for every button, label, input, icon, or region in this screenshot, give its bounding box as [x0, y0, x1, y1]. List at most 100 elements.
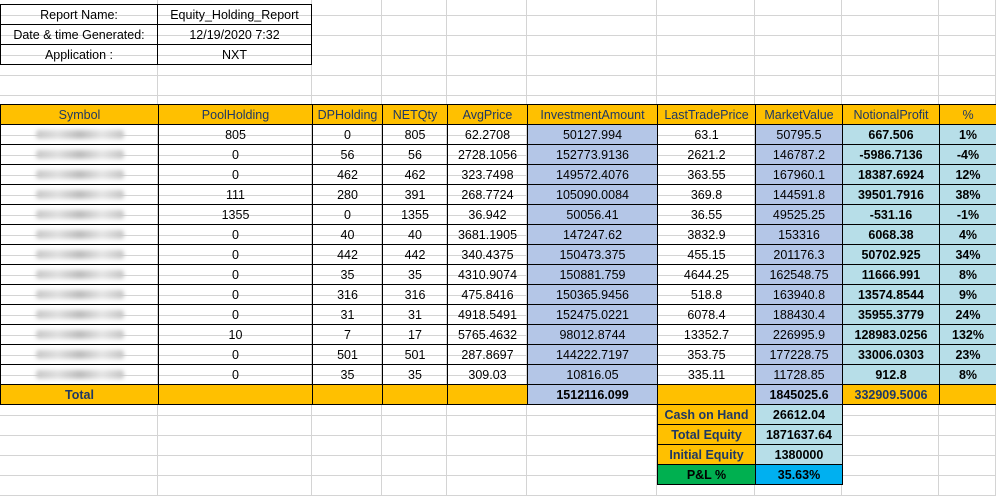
empty-cell[interactable]: [755, 0, 842, 16]
table-cell[interactable]: 153316: [755, 224, 843, 245]
total-cell[interactable]: [312, 384, 383, 405]
table-cell[interactable]: 36.942: [447, 204, 528, 225]
table-cell[interactable]: 6078.4: [657, 304, 756, 325]
empty-cell[interactable]: [657, 36, 755, 56]
column-header-lasttradeprice[interactable]: LastTradePrice: [657, 104, 756, 125]
empty-cell[interactable]: [382, 416, 447, 436]
table-cell[interactable]: 667.506: [842, 124, 940, 145]
table-cell[interactable]: 10816.05: [527, 364, 658, 385]
table-cell[interactable]: 56: [312, 144, 383, 165]
empty-cell[interactable]: [0, 456, 158, 476]
table-cell[interactable]: 353.75: [657, 344, 756, 365]
table-cell[interactable]: 0: [312, 204, 383, 225]
table-cell[interactable]: 323.7498: [447, 164, 528, 185]
table-cell[interactable]: 35: [382, 264, 448, 285]
table-cell[interactable]: 268.7724: [447, 184, 528, 205]
table-cell[interactable]: 24%: [939, 304, 996, 325]
table-cell[interactable]: 35: [312, 264, 383, 285]
empty-cell[interactable]: [939, 0, 996, 16]
empty-cell[interactable]: [312, 0, 382, 16]
table-cell[interactable]: 50795.5: [755, 124, 843, 145]
empty-cell[interactable]: [657, 0, 755, 16]
table-cell[interactable]: 0: [158, 364, 313, 385]
table-cell[interactable]: 0: [158, 344, 313, 365]
report-name-label[interactable]: Report Name:: [0, 4, 158, 25]
table-cell[interactable]: 6068.38: [842, 224, 940, 245]
total-cell[interactable]: 1512116.099: [527, 384, 658, 405]
empty-cell[interactable]: [842, 16, 939, 36]
table-cell[interactable]: 50056.41: [527, 204, 658, 225]
table-cell[interactable]: 501: [312, 344, 383, 365]
table-cell[interactable]: 455.15: [657, 244, 756, 265]
empty-cell[interactable]: [527, 76, 657, 96]
table-cell[interactable]: 188430.4: [755, 304, 843, 325]
column-header-netqty[interactable]: NETQty: [382, 104, 448, 125]
symbol-cell[interactable]: [0, 364, 159, 385]
empty-cell[interactable]: [158, 476, 312, 496]
empty-cell[interactable]: [447, 76, 527, 96]
empty-cell[interactable]: [842, 76, 939, 96]
table-cell[interactable]: 34%: [939, 244, 996, 265]
table-cell[interactable]: 0: [158, 264, 313, 285]
summary-label[interactable]: Total Equity: [657, 424, 756, 445]
empty-cell[interactable]: [939, 436, 996, 456]
table-cell[interactable]: 518.8: [657, 284, 756, 305]
table-cell[interactable]: 31: [382, 304, 448, 325]
table-cell[interactable]: 149572.4076: [527, 164, 658, 185]
column-header-avgprice[interactable]: AvgPrice: [447, 104, 528, 125]
empty-cell[interactable]: [312, 476, 382, 496]
table-cell[interactable]: 162548.75: [755, 264, 843, 285]
empty-cell[interactable]: [312, 416, 382, 436]
empty-cell[interactable]: [657, 56, 755, 76]
table-cell[interactable]: 4%: [939, 224, 996, 245]
table-cell[interactable]: 147247.62: [527, 224, 658, 245]
table-cell[interactable]: 4644.25: [657, 264, 756, 285]
table-cell[interactable]: 309.03: [447, 364, 528, 385]
table-cell[interactable]: 316: [382, 284, 448, 305]
table-cell[interactable]: 0: [158, 304, 313, 325]
table-cell[interactable]: 7: [312, 324, 383, 345]
symbol-cell[interactable]: [0, 344, 159, 365]
table-cell[interactable]: 4310.9074: [447, 264, 528, 285]
symbol-cell[interactable]: [0, 224, 159, 245]
datetime-generated-label[interactable]: Date & time Generated:: [0, 24, 158, 45]
summary-label[interactable]: P&L %: [657, 464, 756, 485]
empty-cell[interactable]: [0, 476, 158, 496]
symbol-cell[interactable]: [0, 244, 159, 265]
table-cell[interactable]: 369.8: [657, 184, 756, 205]
empty-cell[interactable]: [755, 36, 842, 56]
table-cell[interactable]: 150881.759: [527, 264, 658, 285]
empty-cell[interactable]: [312, 456, 382, 476]
empty-cell[interactable]: [657, 16, 755, 36]
symbol-cell[interactable]: [0, 124, 159, 145]
table-cell[interactable]: 391: [382, 184, 448, 205]
column-header-investmentamount[interactable]: InvestmentAmount: [527, 104, 658, 125]
table-cell[interactable]: 36.55: [657, 204, 756, 225]
summary-value[interactable]: 26612.04: [755, 404, 843, 425]
empty-cell[interactable]: [527, 416, 657, 436]
table-cell[interactable]: 35: [382, 364, 448, 385]
table-cell[interactable]: 111: [158, 184, 313, 205]
table-cell[interactable]: 8%: [939, 364, 996, 385]
symbol-cell[interactable]: [0, 324, 159, 345]
empty-cell[interactable]: [755, 56, 842, 76]
table-cell[interactable]: 340.4375: [447, 244, 528, 265]
symbol-cell[interactable]: [0, 184, 159, 205]
table-cell[interactable]: 50702.925: [842, 244, 940, 265]
summary-value[interactable]: 1871637.64: [755, 424, 843, 445]
table-cell[interactable]: 163940.8: [755, 284, 843, 305]
table-cell[interactable]: 40: [382, 224, 448, 245]
table-cell[interactable]: 40: [312, 224, 383, 245]
table-cell[interactable]: 17: [382, 324, 448, 345]
table-cell[interactable]: 462: [312, 164, 383, 185]
table-cell[interactable]: 152475.0221: [527, 304, 658, 325]
symbol-cell[interactable]: [0, 304, 159, 325]
symbol-cell[interactable]: [0, 204, 159, 225]
column-header-poolholding[interactable]: PoolHolding: [158, 104, 313, 125]
empty-cell[interactable]: [382, 56, 447, 76]
empty-cell[interactable]: [939, 456, 996, 476]
empty-cell[interactable]: [312, 36, 382, 56]
table-cell[interactable]: 132%: [939, 324, 996, 345]
table-cell[interactable]: 177228.75: [755, 344, 843, 365]
total-cell[interactable]: [382, 384, 448, 405]
